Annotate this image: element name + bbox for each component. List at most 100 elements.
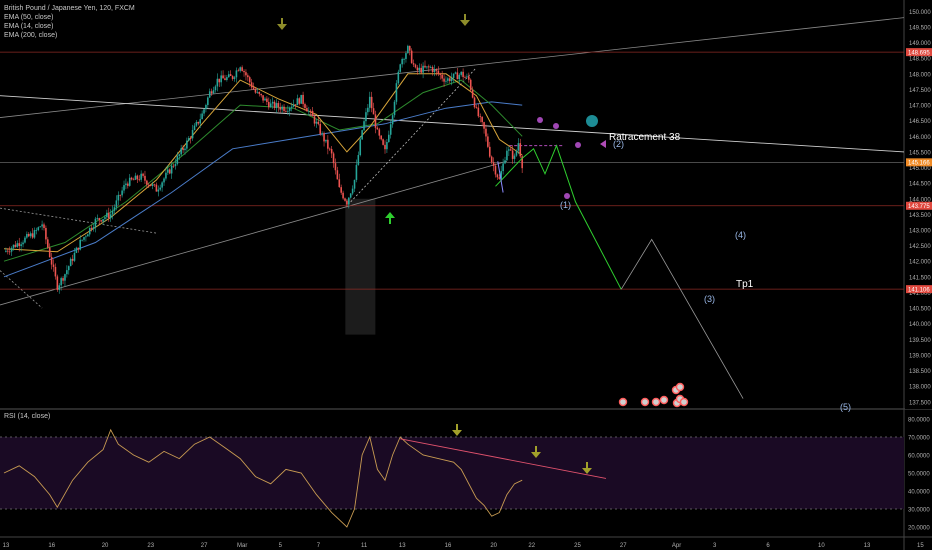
chart-canvas[interactable]: Ratracement 38 Tp1 (1) (2) (3) (4) (5) 1…: [0, 0, 932, 550]
candle-body-62: [123, 185, 125, 191]
candle-body-266: [511, 150, 514, 159]
candle-body-186: [359, 139, 362, 156]
candle-body-185: [357, 155, 360, 165]
candle-body-167: [323, 133, 325, 142]
candle-body-269: [517, 143, 520, 151]
candle-body-249: [479, 116, 482, 117]
candle-body-6: [16, 243, 19, 247]
candle-body-205: [395, 83, 398, 102]
candle-body-118: [229, 74, 232, 76]
candle-body-75: [147, 184, 150, 186]
candle-body-54: [107, 212, 110, 219]
candle-body-52: [104, 217, 106, 220]
candle-body-173: [334, 163, 337, 171]
price-tick-7: 146.500: [909, 119, 931, 125]
candle-body-63: [125, 183, 127, 186]
candle-body-127: [247, 75, 249, 78]
price-badge-2: 143.775: [908, 204, 930, 210]
candle-body-86: [168, 169, 171, 174]
candle-body-16: [35, 229, 38, 231]
rsi-legend[interactable]: RSI (14, close): [4, 413, 50, 420]
price-tick-3: 148.500: [909, 57, 931, 63]
candle-body-208: [401, 59, 403, 65]
price-tick-2: 149.000: [909, 41, 931, 47]
purple-dot-4: [575, 142, 581, 148]
candle-body-145: [281, 106, 283, 110]
candle-body-203: [391, 115, 394, 125]
candle-body-50: [100, 220, 102, 222]
time-tick-8: 11: [361, 543, 368, 549]
candle-body-246: [473, 97, 476, 108]
candle-body-64: [127, 183, 129, 186]
price-tick-23: 138.500: [909, 369, 931, 375]
candle-body-39: [79, 239, 81, 250]
candle-body-92: [180, 148, 182, 155]
legend-symbol[interactable]: British Pound / Japanese Yen, 120, FXCM: [4, 4, 135, 13]
candle-body-48: [96, 218, 99, 219]
candle-body-184: [355, 164, 358, 180]
candle-body-191: [368, 96, 371, 108]
candle-body-174: [336, 170, 339, 180]
candle-body-125: [243, 70, 245, 73]
candle-body-239: [460, 71, 462, 75]
candle-body-85: [167, 169, 169, 173]
candle-body-217: [418, 67, 421, 71]
candle-body-69: [136, 175, 139, 180]
time-tick-3: 23: [147, 543, 154, 549]
legend-ema14[interactable]: EMA (14, close): [4, 22, 135, 31]
candle-body-55: [109, 214, 112, 219]
candle-body-43: [87, 234, 89, 237]
candle-body-29: [60, 278, 62, 286]
candle-body-30: [62, 278, 64, 281]
candle-body-231: [445, 80, 447, 82]
candle-body-53: [106, 212, 108, 218]
candle-body-96: [187, 138, 190, 141]
candle-body-13: [29, 233, 32, 237]
candle-body-190: [367, 107, 369, 113]
candle-body-37: [75, 247, 78, 253]
candle-body-103: [201, 113, 203, 120]
time-tick-18: 10: [818, 543, 825, 549]
candle-body-25: [52, 264, 55, 267]
candle-body-255: [490, 156, 493, 163]
candle-body-58: [115, 200, 118, 208]
candle-body-156: [302, 94, 304, 105]
candle-body-57: [113, 207, 116, 211]
candle-body-209: [403, 58, 405, 60]
event-marker-8: [675, 382, 685, 392]
candle-body-170: [328, 148, 331, 150]
candle-body-11: [26, 234, 28, 238]
price-tick-0: 150.000: [909, 10, 931, 16]
purple-dot-2: [553, 123, 559, 129]
candle-body-1: [7, 250, 9, 252]
candle-body-198: [382, 139, 384, 145]
highlight-zone: [345, 198, 376, 335]
candle-body-258: [496, 174, 499, 178]
purple-dot-1: [537, 117, 543, 123]
price-tick-1: 149.500: [909, 25, 931, 31]
price-tick-14: 143.000: [909, 228, 931, 234]
time-tick-0: 13: [3, 543, 10, 549]
time-tick-19: 13: [864, 543, 871, 549]
candle-body-80: [157, 189, 160, 192]
candle-body-56: [111, 210, 114, 215]
candle-body-78: [153, 184, 156, 186]
candle-body-94: [184, 148, 186, 151]
price-axis[interactable]: 150.000 149.500 149.000 148.500 148.000 147.5…: [905, 0, 932, 409]
candle-body-162: [313, 116, 316, 124]
legend-ema50[interactable]: EMA (50, close): [4, 13, 135, 22]
candle-body-165: [319, 124, 322, 135]
candle-body-243: [468, 76, 470, 80]
legend-ema200[interactable]: EMA (200, close): [4, 31, 135, 40]
rsi-tick-0: 80.0000: [908, 418, 930, 424]
candle-body-113: [220, 75, 222, 83]
candle-body-215: [414, 64, 417, 68]
candle-body-233: [448, 78, 451, 82]
candle-body-139: [269, 103, 272, 108]
candle-body-200: [386, 141, 388, 150]
candle-body-90: [176, 155, 179, 164]
candle-body-158: [306, 108, 308, 112]
candle-body-216: [416, 67, 419, 71]
candle-body-178: [344, 198, 346, 201]
candle-body-212: [408, 45, 411, 51]
